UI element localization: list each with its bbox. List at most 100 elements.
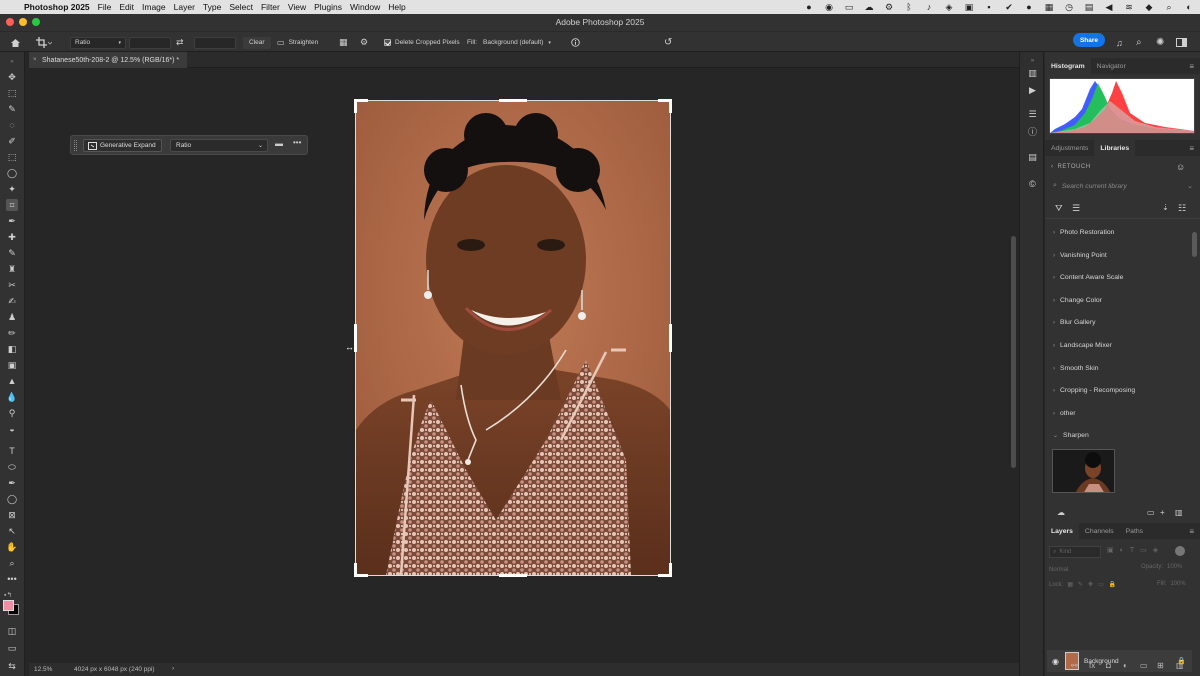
crop-handle-top-right-v[interactable] (669, 99, 672, 113)
layer-kind-filter[interactable]: ⌕ Kind (1049, 546, 1101, 558)
opacity-control[interactable]: Opacity: 100% (1141, 564, 1182, 570)
new-group-icon[interactable]: ▭ (1140, 661, 1148, 670)
filter-toggle-icon[interactable] (1175, 546, 1185, 556)
sort-order-icon[interactable]: ⇣ (1162, 203, 1169, 212)
sharpen-tool-icon[interactable]: ▲ (6, 375, 18, 387)
screen-mode-icon[interactable]: ▭ (6, 642, 18, 654)
menu-layer[interactable]: Layer (174, 2, 203, 12)
volume-icon[interactable]: ◀ (1104, 2, 1114, 13)
cloud-icon[interactable]: ☁ (864, 2, 874, 13)
move-tool-icon[interactable]: ✥ (6, 71, 18, 83)
sort-icon[interactable]: ☰ (1072, 203, 1080, 214)
brush-selection-icon[interactable]: ✐ (6, 135, 18, 147)
menu-image[interactable]: Image (142, 2, 174, 12)
menu-plugins[interactable]: Plugins (314, 2, 350, 12)
crop-handle-right[interactable] (669, 324, 672, 352)
discover-lightbulb-icon[interactable]: ✺ (1156, 36, 1164, 49)
library-item[interactable]: › Photo Restoration (1053, 229, 1114, 236)
library-item[interactable]: › Blur Gallery (1053, 319, 1096, 326)
clone-stamp-tool-icon[interactable]: ♜ (6, 263, 18, 275)
library-breadcrumb[interactable]: ‹ RETOUCH (1051, 164, 1091, 170)
grid-icon[interactable]: ▤ (1084, 2, 1094, 13)
library-item[interactable]: › Content Aware Scale (1053, 274, 1123, 281)
crop-handle-left[interactable] (354, 324, 357, 352)
search-icon[interactable]: ⌕ (1164, 2, 1174, 13)
default-colors-icon[interactable]: ▪↰ (4, 591, 12, 599)
fill-control[interactable]: Fill: 100% (1157, 581, 1186, 587)
info-panel-icon[interactable]: ⓘ (1027, 127, 1038, 138)
library-asset-thumbnail[interactable] (1052, 449, 1115, 493)
frame-tool-icon[interactable]: ⊠ (6, 509, 18, 521)
marquee-tool-icon[interactable]: ⬚ (6, 151, 18, 163)
quick-mask-icon[interactable]: ◫ (6, 625, 18, 637)
crop-handle-bottom-right-v[interactable] (669, 563, 672, 577)
spot-healing-tool-icon[interactable]: ✚ (6, 231, 18, 243)
link-layers-icon[interactable]: ⚯ (1071, 661, 1078, 670)
display-icon[interactable]: ▣ (964, 2, 974, 13)
ratio-width-input[interactable] (129, 36, 171, 49)
panel-menu-icon[interactable]: ≡ (1189, 523, 1200, 539)
document-tab[interactable]: × Shatanese50th-208-2 @ 12.5% (RGB/16*) … (29, 52, 188, 68)
direct-selection-tool-icon[interactable]: ↖ (6, 525, 18, 537)
eyedropper-tool-icon[interactable]: ✒ (6, 215, 18, 227)
type-tool-icon[interactable]: T (6, 445, 18, 457)
quick-selection-tool-icon[interactable]: ◌ (6, 119, 18, 131)
generative-ratio-select[interactable]: Ratio ⌄ (170, 139, 268, 152)
cloud-sync-icon[interactable]: ☁ (1057, 508, 1065, 517)
app-icon[interactable]: ▪ (984, 2, 994, 12)
menu-file[interactable]: File (98, 2, 120, 12)
crop-handle-bottom-left-v[interactable] (354, 563, 357, 577)
panel-menu-icon[interactable]: ≡ (1189, 58, 1200, 74)
more-tools-icon[interactable]: ••• (6, 573, 18, 585)
reset-crop-icon[interactable]: ↺ (664, 36, 672, 49)
history-brush-tool-icon[interactable]: ✍ (6, 295, 18, 307)
lock-icons[interactable]: ▦✎✥▭🔒 (1067, 581, 1121, 588)
clock-icon[interactable]: ◷ (1064, 2, 1074, 13)
crop-tool-icon[interactable]: ⌗ (6, 199, 18, 211)
burn-tool-icon[interactable]: ◒ (6, 423, 18, 435)
app-menu[interactable]: Photoshop 2025 (20, 2, 98, 12)
hand-tool-icon[interactable]: ✋ (6, 541, 18, 553)
dock-collapse-icon[interactable]: » (1027, 56, 1038, 67)
library-item[interactable]: › Smooth Skin (1053, 365, 1099, 372)
delete-layer-icon[interactable]: ▥ (1176, 661, 1184, 670)
menu-view[interactable]: View (288, 2, 314, 12)
bluetooth-icon[interactable]: ᛒ (904, 2, 914, 12)
shield-icon[interactable]: ◈ (944, 2, 954, 13)
ratio-height-input[interactable] (194, 36, 236, 49)
check-icon[interactable]: ✔ (1004, 2, 1014, 13)
stamp-tool-icon[interactable]: ♟ (6, 311, 18, 323)
ellipse-tool-icon[interactable]: ◯ (6, 493, 18, 505)
library-item[interactable]: › other (1053, 410, 1076, 417)
artboard-tool-icon[interactable]: ⬚ (6, 87, 18, 99)
drag-grip-icon[interactable] (74, 140, 77, 151)
eraser-tool-icon[interactable]: ◧ (6, 343, 18, 355)
actions-play-icon[interactable]: ▶ (1027, 85, 1038, 96)
delete-asset-icon[interactable]: ▥ (1175, 508, 1183, 517)
library-item-expanded[interactable]: ⌄ Sharpen (1053, 432, 1089, 439)
document-info[interactable]: 4024 px x 6048 px (240 ppi) (74, 666, 155, 673)
library-item[interactable]: › Landscape Mixer (1053, 342, 1112, 349)
close-tab-icon[interactable]: × (33, 57, 37, 63)
document-photo[interactable] (356, 100, 670, 575)
canvas-resize-icon[interactable]: ▬ (275, 139, 283, 148)
tab-histogram[interactable]: Histogram (1045, 58, 1091, 74)
wifi-icon[interactable]: ≋ (1124, 2, 1134, 13)
library-search-input[interactable]: ⌕ Search current library ⌄ (1049, 179, 1195, 193)
layer-filter-icons[interactable]: ▣◐T▭◈ (1107, 546, 1164, 554)
menu-window[interactable]: Window (350, 2, 388, 12)
content-credentials-icon[interactable]: © (1027, 179, 1038, 190)
blur-tool-icon[interactable]: 💧 (6, 391, 18, 403)
menu-select[interactable]: Select (229, 2, 261, 12)
calendar-icon[interactable]: ▦ (1044, 2, 1054, 13)
control-center-icon[interactable]: ◐ (1184, 2, 1194, 12)
gradient-tool-icon[interactable]: ▣ (6, 359, 18, 371)
foreground-color-swatch[interactable] (3, 600, 14, 611)
remove-tool-icon[interactable]: ✂ (6, 279, 18, 291)
menu-filter[interactable]: Filter (261, 2, 288, 12)
layer-mask-icon[interactable]: ◘ (1106, 661, 1111, 670)
tab-paths[interactable]: Paths (1120, 523, 1149, 539)
panel-menu-icon[interactable]: ≡ (1189, 140, 1200, 156)
more-options-icon[interactable]: ••• (293, 138, 301, 147)
tab-navigator[interactable]: Navigator (1091, 58, 1132, 74)
